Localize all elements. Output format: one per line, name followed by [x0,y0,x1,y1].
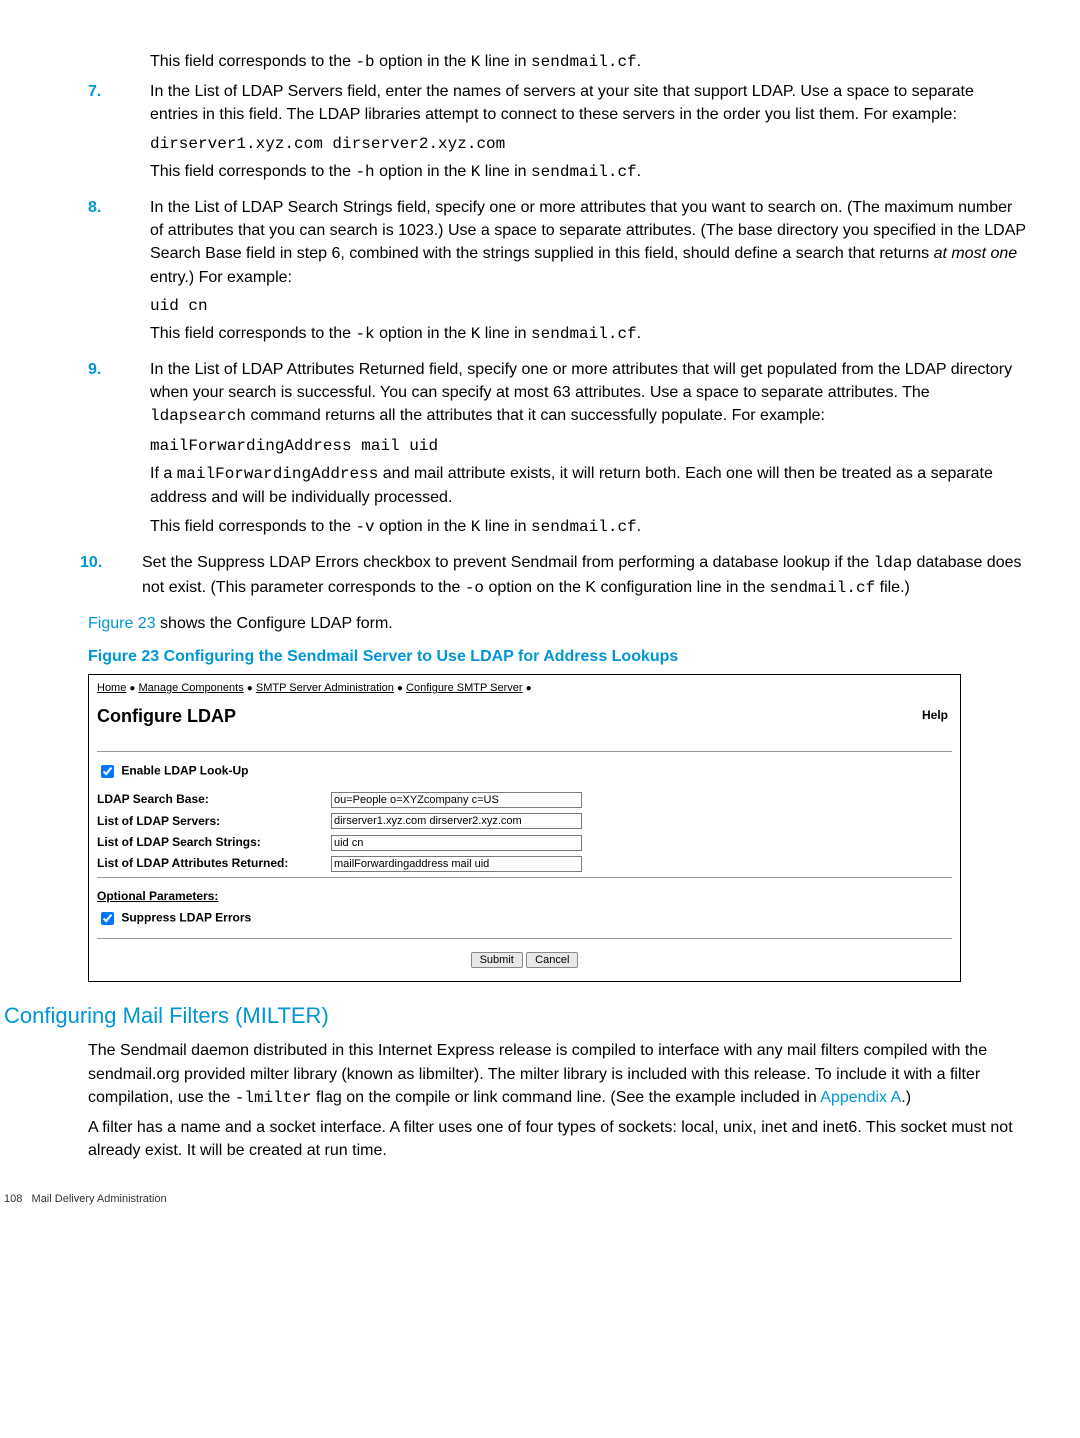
figure-caption: Figure 23 Configuring the Sendmail Serve… [88,645,1026,668]
figure-screenshot: Home ● Manage Components ● SMTP Server A… [88,674,961,981]
bc-sep-icon: ● [526,683,532,694]
help-link[interactable]: Help [922,707,948,724]
list-marker-10: 10. [54,551,142,605]
item-9-code: mailForwardingAddress mail uid [150,435,1026,458]
pre-item-text: This field corresponds to the -b option … [150,50,1026,74]
bc-home[interactable]: Home [97,682,126,694]
item-8-p2: This field corresponds to the -k option … [150,322,1026,346]
label-search-base: LDAP Search Base: [97,791,331,808]
bc-sep-icon: ● [129,683,135,694]
cancel-button[interactable]: Cancel [526,952,578,968]
bc-sep-icon: ● [397,683,403,694]
bc-sep-icon: ● [247,683,253,694]
item-9-p3: This field corresponds to the -v option … [150,515,1026,539]
list-marker-9: 9. [54,358,150,545]
suppress-errors-checkbox[interactable] [101,912,114,925]
page-title: Configure LDAP [97,703,236,729]
input-search-base[interactable] [331,792,582,808]
suppress-errors-label: Suppress LDAP Errors [121,911,251,925]
item-8-p1: In the List of LDAP Search Strings field… [150,196,1026,289]
breadcrumb: Home ● Manage Components ● SMTP Server A… [97,681,952,697]
label-attributes: List of LDAP Attributes Returned: [97,855,331,872]
list-marker-7: 7. [54,80,150,190]
bc-manage-components[interactable]: Manage Components [139,682,244,694]
list-marker-8: 8. [54,196,150,352]
page-footer: 108 Mail Delivery Administration [4,1192,1026,1208]
bc-configure-smtp[interactable]: Configure SMTP Server [406,682,523,694]
bc-smtp-admin[interactable]: SMTP Server Administration [256,682,394,694]
appendix-link[interactable]: Appendix A [820,1089,901,1106]
item-9-p1: In the List of LDAP Attributes Returned … [150,358,1026,429]
item-9-p2: If a mailForwardingAddress and mail attr… [150,462,1026,509]
enable-ldap-label: Enable LDAP Look-Up [121,764,248,778]
figure-link[interactable]: Figure 23 [88,615,156,632]
milter-p1: The Sendmail daemon distributed in this … [88,1039,1026,1110]
enable-ldap-checkbox[interactable] [101,765,114,778]
section-heading-milter: Configuring Mail Filters (MILTER) [4,1000,1026,1032]
item-10-p1: Set the Suppress LDAP Errors checkbox to… [142,551,1026,599]
item-7-code: dirserver1.xyz.com dirserver2.xyz.com [150,133,1026,156]
optional-params-heading: Optional Parameters: [97,888,952,905]
milter-p2: A filter has a name and a socket interfa… [88,1116,1026,1162]
input-search-strings[interactable] [331,835,582,851]
label-servers: List of LDAP Servers: [97,813,331,830]
label-search-strings: List of LDAP Search Strings: [97,834,331,851]
item-7-p2: This field corresponds to the -h option … [150,160,1026,184]
item-7-p1: In the List of LDAP Servers field, enter… [150,80,1026,126]
figure-intro: Figure 23 shows the Configure LDAP form. [88,612,1026,635]
item-8-code: uid cn [150,295,1026,318]
input-attributes[interactable] [331,856,582,872]
input-servers[interactable] [331,813,582,829]
submit-button[interactable]: Submit [471,952,523,968]
